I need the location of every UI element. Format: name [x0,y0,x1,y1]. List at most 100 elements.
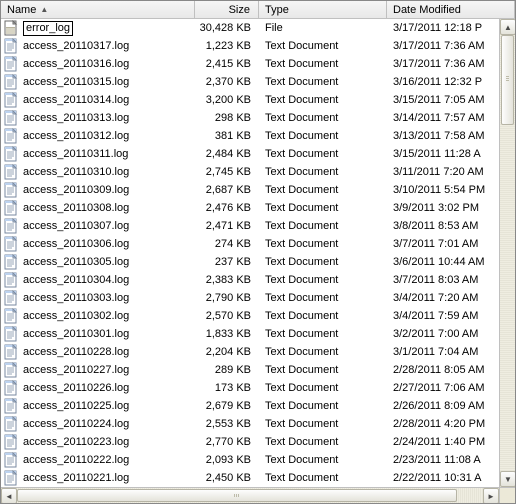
file-row[interactable]: access_20110226.log173 KBText Document2/… [1,379,499,397]
scroll-up-button[interactable]: ▲ [500,19,515,35]
file-name-cell[interactable]: access_20110314.log [1,92,195,108]
file-date-cell: 3/7/2011 8:03 AM [387,274,499,286]
file-name-cell[interactable]: access_20110227.log [1,362,195,378]
scroll-right-button[interactable]: ► [483,488,499,503]
file-type-cell: Text Document [259,130,387,142]
file-row[interactable]: access_20110224.log2,553 KBText Document… [1,415,499,433]
scroll-thumb-vertical[interactable] [501,35,514,125]
file-row[interactable]: access_20110309.log2,687 KBText Document… [1,181,499,199]
file-row[interactable]: access_20110316.log2,415 KBText Document… [1,55,499,73]
file-type-cell: Text Document [259,346,387,358]
file-row[interactable]: access_20110311.log2,484 KBText Document… [1,145,499,163]
file-name-cell[interactable]: access_20110311.log [1,146,195,162]
file-name-cell[interactable]: access_20110222.log [1,452,195,468]
scroll-track-horizontal[interactable] [17,488,483,503]
file-name-label: access_20110314.log [23,94,129,106]
file-name-cell[interactable]: access_20110226.log [1,380,195,396]
file-type-cell: Text Document [259,184,387,196]
file-date-cell: 3/10/2011 5:54 PM [387,184,499,196]
file-size-cell: 1,223 KB [195,40,259,52]
file-row[interactable]: access_20110308.log2,476 KBText Document… [1,199,499,217]
file-type-cell: Text Document [259,58,387,70]
file-date-cell: 2/28/2011 8:05 AM [387,364,499,376]
file-name-cell[interactable]: access_20110306.log [1,236,195,252]
file-row[interactable]: access_20110222.log2,093 KBText Document… [1,451,499,469]
file-name-cell[interactable]: access_20110315.log [1,74,195,90]
file-name-cell[interactable]: access_20110302.log [1,308,195,324]
file-size-cell: 2,687 KB [195,184,259,196]
text-document-icon [3,236,19,252]
text-document-icon [3,38,19,54]
file-name-cell[interactable]: access_20110224.log [1,416,195,432]
file-type-cell: Text Document [259,166,387,178]
file-row[interactable]: access_20110303.log2,790 KBText Document… [1,289,499,307]
file-name-cell[interactable]: access_20110310.log [1,164,195,180]
scroll-thumb-horizontal[interactable] [17,489,457,502]
text-document-icon [3,272,19,288]
file-row[interactable]: access_20110306.log274 KBText Document3/… [1,235,499,253]
scroll-track-vertical[interactable] [500,35,515,471]
file-name-label: access_20110302.log [23,310,129,322]
text-document-icon [3,146,19,162]
file-name-rename-input[interactable]: error_log [23,21,73,36]
file-row[interactable]: access_20110223.log2,770 KBText Document… [1,433,499,451]
file-row[interactable]: error_log30,428 KBFile3/17/2011 12:18 P [1,19,499,37]
file-size-cell: 173 KB [195,382,259,394]
file-date-cell: 2/26/2011 8:09 AM [387,400,499,412]
file-type-cell: Text Document [259,436,387,448]
file-name-cell[interactable]: access_20110228.log [1,344,195,360]
file-name-cell[interactable]: access_20110313.log [1,110,195,126]
file-name-label: access_20110227.log [23,364,129,376]
file-name-cell[interactable]: access_20110225.log [1,398,195,414]
file-row[interactable]: access_20110221.log2,450 KBText Document… [1,469,499,487]
file-name-cell[interactable]: access_20110301.log [1,326,195,342]
file-name-cell[interactable]: access_20110303.log [1,290,195,306]
file-row[interactable]: access_20110301.log1,833 KBText Document… [1,325,499,343]
file-name-label: access_20110317.log [23,40,129,52]
vertical-scrollbar[interactable]: ▲ ▼ [499,19,515,487]
file-name-label: access_20110308.log [23,202,129,214]
column-header-name[interactable]: Name ▲ [1,1,195,18]
file-row[interactable]: access_20110310.log2,745 KBText Document… [1,163,499,181]
column-header-type-label: Type [265,4,289,16]
file-name-cell[interactable]: access_20110307.log [1,218,195,234]
file-name-cell[interactable]: access_20110308.log [1,200,195,216]
text-document-icon [3,254,19,270]
sort-asc-icon: ▲ [40,5,48,14]
file-name-label: access_20110310.log [23,166,129,178]
file-list-rows[interactable]: error_log30,428 KBFile3/17/2011 12:18 Pa… [1,19,499,487]
file-row[interactable]: access_20110313.log298 KBText Document3/… [1,109,499,127]
file-type-cell: Text Document [259,472,387,484]
file-name-cell[interactable]: access_20110309.log [1,182,195,198]
column-header-type[interactable]: Type [259,1,387,18]
file-row[interactable]: access_20110302.log2,570 KBText Document… [1,307,499,325]
file-row[interactable]: access_20110307.log2,471 KBText Document… [1,217,499,235]
file-name-cell[interactable]: access_20110223.log [1,434,195,450]
file-name-label: access_20110303.log [23,292,129,304]
file-row[interactable]: access_20110227.log289 KBText Document2/… [1,361,499,379]
file-row[interactable]: access_20110228.log2,204 KBText Document… [1,343,499,361]
scroll-down-button[interactable]: ▼ [500,471,515,487]
file-name-cell[interactable]: access_20110221.log [1,470,195,486]
file-name-cell[interactable]: access_20110305.log [1,254,195,270]
text-document-icon [3,344,19,360]
file-row[interactable]: access_20110315.log2,370 KBText Document… [1,73,499,91]
column-header-size[interactable]: Size [195,1,259,18]
file-name-cell[interactable]: access_20110312.log [1,128,195,144]
file-name-cell[interactable]: error_log [1,20,195,36]
file-row[interactable]: access_20110225.log2,679 KBText Document… [1,397,499,415]
file-size-cell: 30,428 KB [195,22,259,34]
column-header-date[interactable]: Date Modified [387,1,515,18]
file-date-cell: 3/11/2011 7:20 AM [387,166,499,178]
file-row[interactable]: access_20110312.log381 KBText Document3/… [1,127,499,145]
horizontal-scrollbar[interactable]: ◄ ► [1,487,499,503]
file-name-cell[interactable]: access_20110304.log [1,272,195,288]
file-row[interactable]: access_20110314.log3,200 KBText Document… [1,91,499,109]
file-name-cell[interactable]: access_20110316.log [1,56,195,72]
scroll-left-button[interactable]: ◄ [1,488,17,503]
file-row[interactable]: access_20110317.log1,223 KBText Document… [1,37,499,55]
file-type-cell: Text Document [259,94,387,106]
file-name-cell[interactable]: access_20110317.log [1,38,195,54]
file-row[interactable]: access_20110304.log2,383 KBText Document… [1,271,499,289]
file-row[interactable]: access_20110305.log237 KBText Document3/… [1,253,499,271]
